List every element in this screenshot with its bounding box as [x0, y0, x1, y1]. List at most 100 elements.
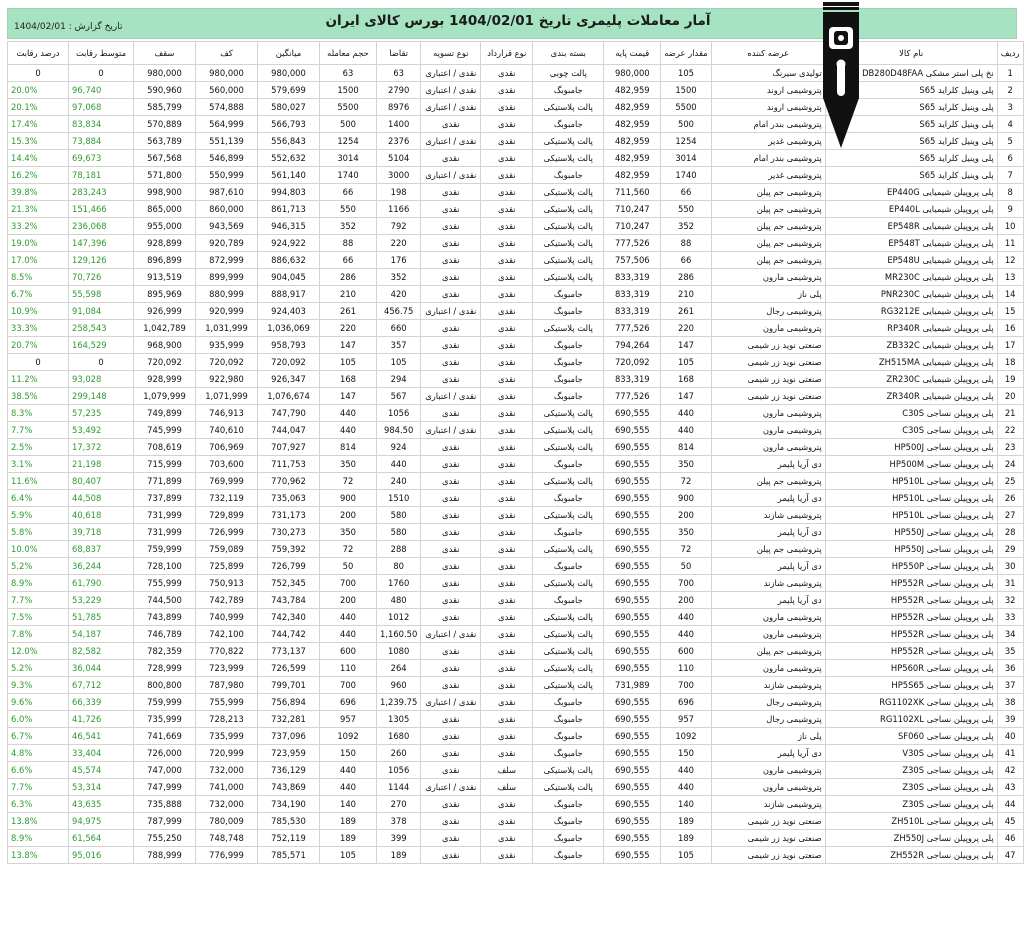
cell-contract-type: نقدی [480, 557, 534, 575]
cell-row-number: 41 [996, 744, 1024, 762]
cell-settlement-type: نقدی [420, 455, 482, 473]
cell-trade-volume: 147 [319, 336, 377, 354]
cell-base-price: 777,526 [603, 387, 662, 405]
cell-competition-percent: 33.2% [7, 217, 69, 235]
cell-demand: 1305 [375, 710, 422, 728]
cell-trade-volume: 105 [319, 846, 377, 864]
cell-ceiling-price: 746,789 [133, 625, 196, 643]
cell-avg-competition: 53,314 [68, 778, 134, 796]
cell-contract-type: سلف [480, 778, 534, 796]
cell-offer-quantity: 147 [660, 387, 712, 405]
cell-settlement-type: نقدی [420, 744, 482, 762]
cell-avg-competition: 0 [68, 64, 134, 82]
cell-settlement-type: نقدی [420, 795, 482, 813]
cell-offer-quantity: 110 [660, 659, 712, 677]
cell-trade-volume: 3014 [319, 149, 377, 167]
cell-ceiling-price: 728,999 [133, 659, 196, 677]
cell-competition-percent: 6.3% [7, 795, 69, 813]
table-row: 16 پلی پروپیلن شیمیایی RP340R پتروشیمی مار… [7, 319, 1024, 337]
cell-trade-volume: 200 [319, 506, 377, 524]
cell-offer-quantity: 440 [660, 761, 712, 779]
cell-avg-competition: 51,785 [68, 608, 134, 626]
cell-competition-percent: 8.9% [7, 829, 69, 847]
cell-product-name: پلی پروپیلن نساجی HP552R [824, 642, 998, 660]
cell-base-price: 711,560 [603, 183, 662, 201]
cell-contract-type: نقدی [480, 81, 534, 99]
cell-trade-volume: 88 [319, 234, 377, 252]
cell-competition-percent: 10.9% [7, 302, 69, 320]
cell-base-price: 690,555 [603, 710, 662, 728]
cell-settlement-type: نقدی [420, 608, 482, 626]
cell-contract-type: نقدی [480, 744, 534, 762]
cell-packaging: پالت پلاستیکی [532, 472, 605, 490]
cell-trade-volume: 261 [319, 302, 377, 320]
cell-floor-price: 920,789 [195, 234, 258, 252]
cell-settlement-type: نقدی [420, 676, 482, 694]
cell-settlement-type: نقدی [420, 591, 482, 609]
cell-row-number: 32 [996, 591, 1024, 609]
cell-contract-type: نقدی [480, 795, 534, 813]
cell-contract-type: نقدی [480, 234, 534, 252]
cell-base-price: 690,555 [603, 591, 662, 609]
cell-trade-volume: 957 [319, 710, 377, 728]
cell-settlement-type: نقدی [420, 710, 482, 728]
cell-product-name: پلی پروپیلن نساجی Z30S [824, 795, 998, 813]
cell-competition-percent: 14.4% [7, 149, 69, 167]
cell-average-price: 726,799 [257, 557, 320, 575]
cell-ceiling-price: 1,079,999 [133, 387, 196, 405]
cell-competition-percent: 39.8% [7, 183, 69, 201]
cell-average-price: 732,281 [257, 710, 320, 728]
cell-row-number: 20 [996, 387, 1024, 405]
cell-product-name: پلی پروپیلن شیمیایی ZR230C [824, 370, 998, 388]
cell-floor-price: 742,789 [195, 591, 258, 609]
cell-average-price: 924,922 [257, 234, 320, 252]
column-header-ceiling-price: سقف [133, 41, 196, 65]
cell-floor-price: 564,999 [195, 115, 258, 133]
table-row: 30 پلی پروپیلن نساجی HP550P دی آریا پلیمر 5… [7, 557, 1024, 575]
cell-competition-percent: 8.5% [7, 268, 69, 286]
cell-competition-percent: 38.5% [7, 387, 69, 405]
cell-competition-percent: 7.7% [7, 778, 69, 796]
cell-ceiling-price: 787,999 [133, 812, 196, 830]
cell-trade-volume: 1254 [319, 132, 377, 150]
cell-settlement-type: نقدی [420, 183, 482, 201]
cell-supplier: پتروشیمی بندر امام [710, 115, 826, 133]
cell-demand: 420 [375, 285, 422, 303]
cell-supplier: صنعتی نوید زر شیمی [710, 370, 826, 388]
cell-base-price: 482,959 [603, 166, 662, 184]
cell-demand: 399 [375, 829, 422, 847]
cell-competition-percent: 10.0% [7, 540, 69, 558]
cell-floor-price: 780,009 [195, 812, 258, 830]
table-row: 15 پلی پروپیلن شیمیایی RG3212E پتروشیمی رج… [7, 302, 1024, 320]
cell-average-price: 743,784 [257, 591, 320, 609]
cell-settlement-type: نقدی / اعتباری [420, 64, 482, 82]
cell-row-number: 31 [996, 574, 1024, 592]
cell-trade-volume: 440 [319, 761, 377, 779]
cell-competition-percent: 5.8% [7, 523, 69, 541]
cell-product-name: پلی پروپیلن شیمیایی RP340R [824, 319, 998, 337]
cell-ceiling-price: 955,000 [133, 217, 196, 235]
cell-offer-quantity: 140 [660, 795, 712, 813]
cell-base-price: 690,555 [603, 659, 662, 677]
cell-demand: 260 [375, 744, 422, 762]
cell-floor-price: 860,000 [195, 200, 258, 218]
cell-average-price: 994,803 [257, 183, 320, 201]
cell-floor-price: 546,899 [195, 149, 258, 167]
cell-offer-quantity: 50 [660, 557, 712, 575]
cell-trade-volume: 140 [319, 795, 377, 813]
cell-supplier: دی آریا پلیمر [710, 523, 826, 541]
table-row: 11 پلی پروپیلن شیمیایی EP548T پتروشیمی جم … [7, 234, 1024, 252]
cell-floor-price: 550,999 [195, 166, 258, 184]
cell-base-price: 777,526 [603, 234, 662, 252]
cell-avg-competition: 299,148 [68, 387, 134, 405]
cell-supplier: پلی ناز [710, 285, 826, 303]
cell-packaging: پالت پلاستیکی [532, 200, 605, 218]
cell-floor-price: 706,969 [195, 438, 258, 456]
cell-packaging: پالت پلاستیکی [532, 98, 605, 116]
cell-competition-percent: 20.1% [7, 98, 69, 116]
cell-competition-percent: 11.2% [7, 370, 69, 388]
cell-demand: 1,160.50 [375, 625, 422, 643]
cell-demand: 2376 [375, 132, 422, 150]
cell-offer-quantity: 440 [660, 625, 712, 643]
cell-trade-volume: 189 [319, 812, 377, 830]
